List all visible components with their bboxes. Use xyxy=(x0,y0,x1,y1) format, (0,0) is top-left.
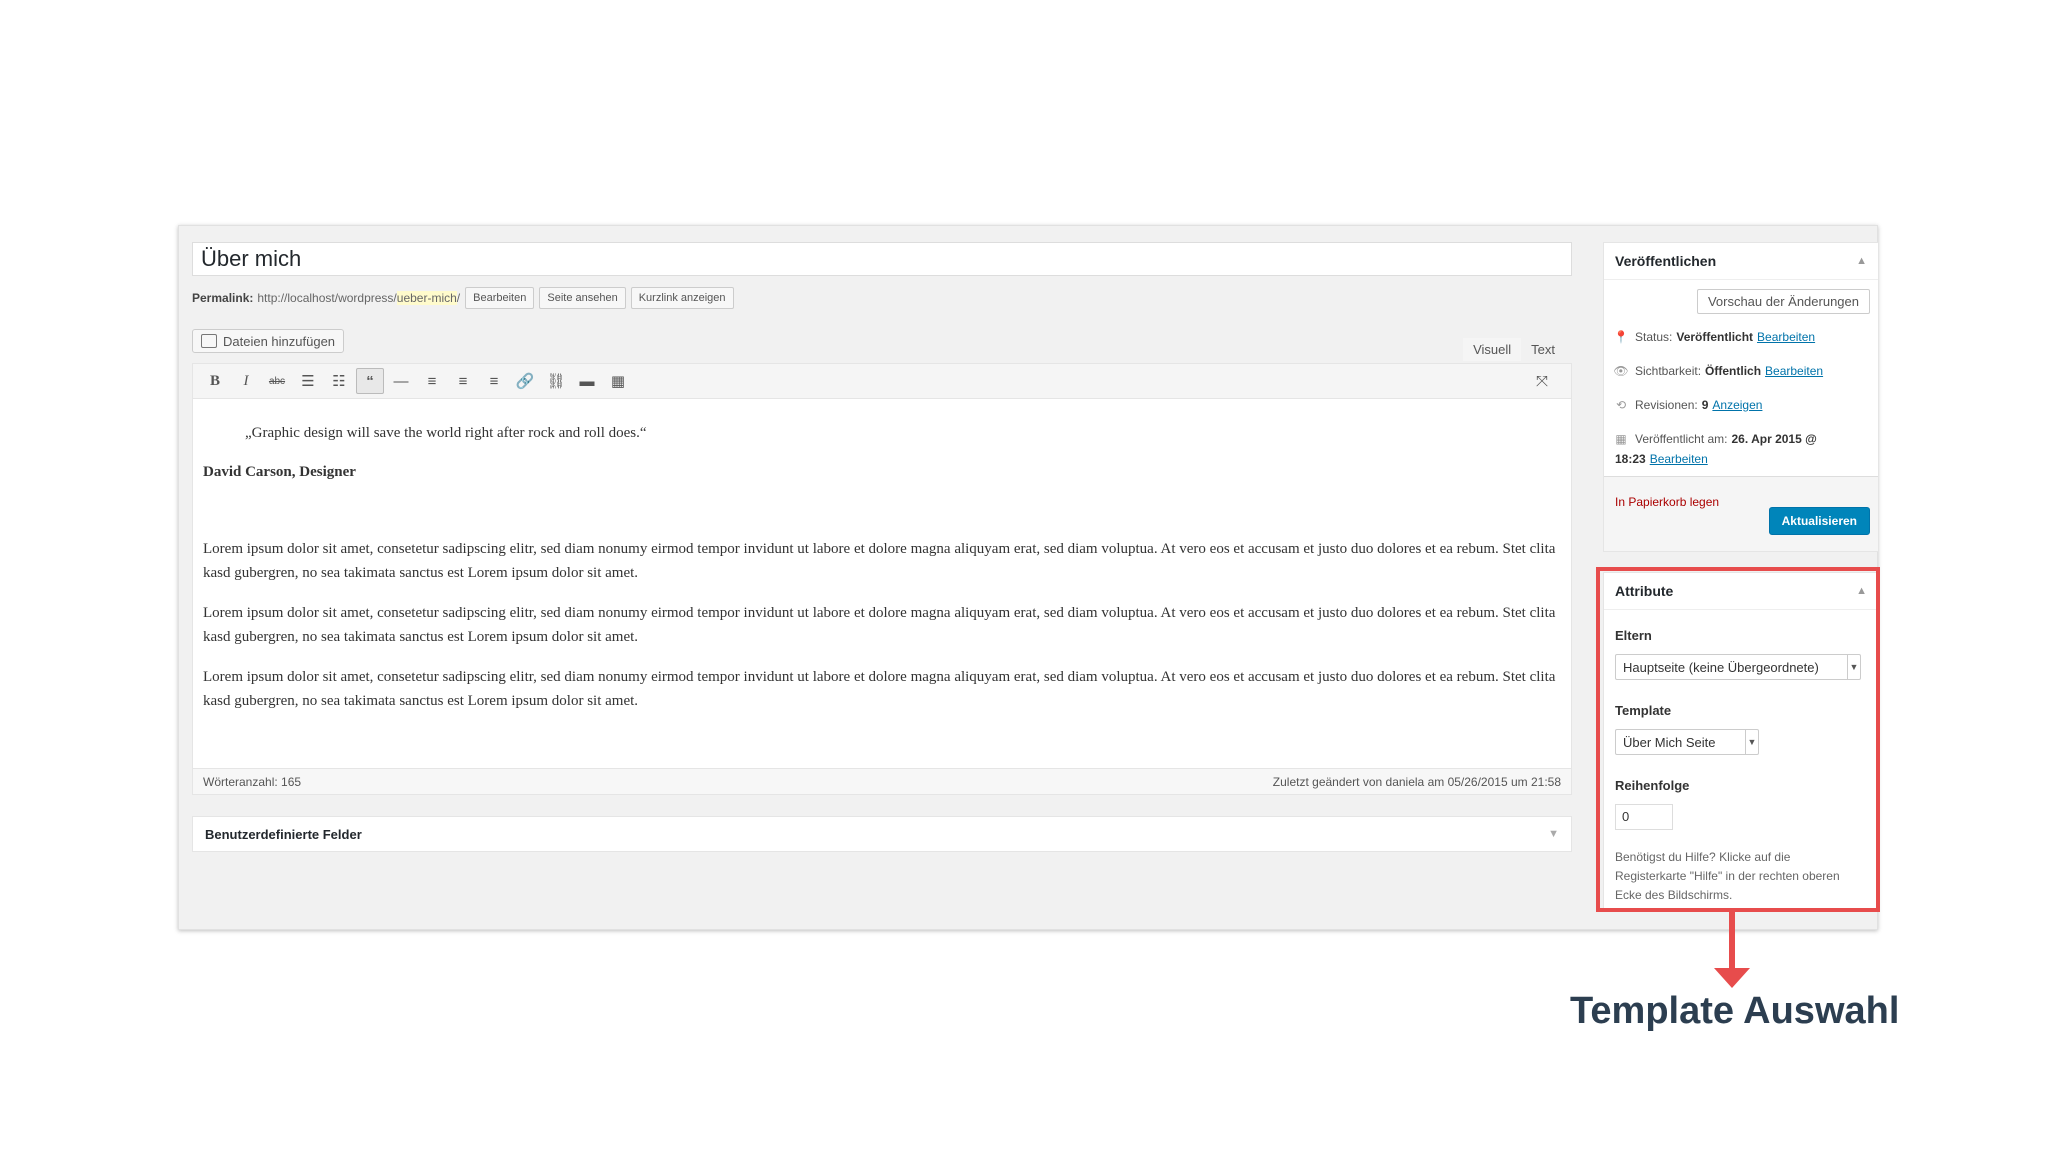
publish-title: Veröffentlichen xyxy=(1615,253,1717,269)
history-icon: ⟲ xyxy=(1615,398,1627,412)
published-value: 26. Apr 2015 @ xyxy=(1731,432,1817,446)
annotation-label: Template Auswahl xyxy=(1570,990,1900,1032)
add-media-button[interactable]: Dateien hinzufügen xyxy=(192,329,345,353)
read-more-icon[interactable]: ▬ xyxy=(573,368,601,394)
revisions-label: Revisionen: xyxy=(1635,398,1698,412)
attributes-highlight-frame xyxy=(1596,567,1880,912)
permalink-label: Permalink: xyxy=(192,291,254,305)
view-page-button[interactable]: Seite ansehen xyxy=(539,287,626,309)
unlink-icon[interactable]: ⛓ xyxy=(542,368,570,394)
toolbar-toggle-icon[interactable]: ▦ xyxy=(604,368,632,394)
publish-box: Veröffentlichen ▲ Vorschau der Änderunge… xyxy=(1603,242,1879,552)
custom-fields-box[interactable]: Benutzerdefinierte Felder ▼ xyxy=(192,816,1572,852)
status-edit-link[interactable]: Bearbeiten xyxy=(1757,330,1815,344)
published-time-row: 18:23 Bearbeiten xyxy=(1615,452,1708,466)
link-icon[interactable]: 🔗 xyxy=(511,368,539,394)
permalink-slug[interactable]: ueber-mich xyxy=(396,291,457,305)
editor-content[interactable]: „Graphic design will save the world righ… xyxy=(192,399,1572,769)
visibility-label: Sichtbarkeit: xyxy=(1635,364,1702,378)
chevron-up-icon[interactable]: ▲ xyxy=(1856,255,1867,267)
tab-visual[interactable]: Visuell xyxy=(1463,338,1522,361)
horizontal-line-icon[interactable]: — xyxy=(387,368,415,394)
blockquote-text: „Graphic design will save the world righ… xyxy=(245,425,647,441)
word-count: Wörteranzahl: 165 xyxy=(203,774,302,789)
media-icon xyxy=(201,334,217,348)
paragraph: Lorem ipsum dolor sit amet, consetetur s… xyxy=(203,669,1556,709)
quote-author: David Carson, Designer xyxy=(203,464,356,480)
title-input[interactable]: Über mich xyxy=(192,242,1572,276)
custom-fields-title: Benutzerdefinierte Felder xyxy=(205,826,362,842)
permalink-edit-button[interactable]: Bearbeiten xyxy=(465,287,535,309)
revisions-row: ⟲ Revisionen: 9 Anzeigen xyxy=(1615,398,1762,412)
annotation-arrow-head xyxy=(1714,968,1750,988)
date-edit-link[interactable]: Bearbeiten xyxy=(1650,452,1708,466)
align-center-icon[interactable]: ≡ xyxy=(449,368,477,394)
numbered-list-icon[interactable]: ☷ xyxy=(325,368,353,394)
publish-header[interactable]: Veröffentlichen ▲ xyxy=(1604,243,1878,280)
move-to-trash-link[interactable]: In Papierkorb legen xyxy=(1615,495,1719,509)
paragraph: Lorem ipsum dolor sit amet, consetetur s… xyxy=(203,541,1556,581)
status-value: Veröffentlicht xyxy=(1676,330,1754,344)
fullscreen-icon[interactable]: ⤧ xyxy=(1528,368,1556,394)
update-button[interactable]: Aktualisieren xyxy=(1768,507,1870,535)
shortlink-button[interactable]: Kurzlink anzeigen xyxy=(630,287,734,309)
visibility-row: 👁 Sichtbarkeit: Öffentlich Bearbeiten xyxy=(1613,364,1823,378)
strikethrough-icon[interactable]: abc xyxy=(263,368,291,394)
preview-changes-button[interactable]: Vorschau der Änderungen xyxy=(1696,289,1870,314)
blockquote-icon[interactable]: “ xyxy=(356,368,384,394)
editor-status-bar: Wörteranzahl: 165 Zuletzt geändert von d… xyxy=(192,769,1572,795)
align-left-icon[interactable]: ≡ xyxy=(418,368,446,394)
permalink-row: Permalink: http://localhost/wordpress/ u… xyxy=(192,286,734,310)
revisions-value: 9 xyxy=(1701,398,1709,412)
chevron-down-icon[interactable]: ▼ xyxy=(1548,828,1559,840)
add-media-label: Dateien hinzufügen xyxy=(223,333,336,349)
published-time: 18:23 xyxy=(1615,452,1646,466)
revisions-link[interactable]: Anzeigen xyxy=(1712,398,1762,412)
editor-toolbar: B I abc ☰ ☷ “ — ≡ ≡ ≡ 🔗 ⛓ ▬ ▦ ⤧ xyxy=(192,363,1572,399)
align-right-icon[interactable]: ≡ xyxy=(480,368,508,394)
pin-icon: 📍 xyxy=(1613,330,1629,344)
visibility-value: Öffentlich xyxy=(1705,364,1762,378)
bullet-list-icon[interactable]: ☰ xyxy=(294,368,322,394)
published-label: Veröffentlicht am: xyxy=(1635,432,1728,446)
italic-icon[interactable]: I xyxy=(232,368,260,394)
published-date-row: ▦ Veröffentlicht am: 26. Apr 2015 @ xyxy=(1615,432,1821,446)
status-label: Status: xyxy=(1635,330,1673,344)
eye-icon: 👁 xyxy=(1613,364,1629,378)
permalink-trail: / xyxy=(456,291,461,305)
publish-actions: In Papierkorb legen Aktualisieren xyxy=(1604,476,1878,551)
bold-icon[interactable]: B xyxy=(201,368,229,394)
calendar-icon: ▦ xyxy=(1615,432,1627,446)
status-row: 📍 Status: Veröffentlicht Bearbeiten xyxy=(1613,330,1816,344)
visibility-edit-link[interactable]: Bearbeiten xyxy=(1765,364,1823,378)
editor-tabs: Visuell Text xyxy=(1463,338,1565,361)
tab-text[interactable]: Text xyxy=(1521,338,1565,361)
paragraph: Lorem ipsum dolor sit amet, consetetur s… xyxy=(203,605,1556,645)
permalink-base: http://localhost/wordpress/ xyxy=(257,291,397,305)
last-edited: Zuletzt geändert von daniela am 05/26/20… xyxy=(1272,774,1561,789)
